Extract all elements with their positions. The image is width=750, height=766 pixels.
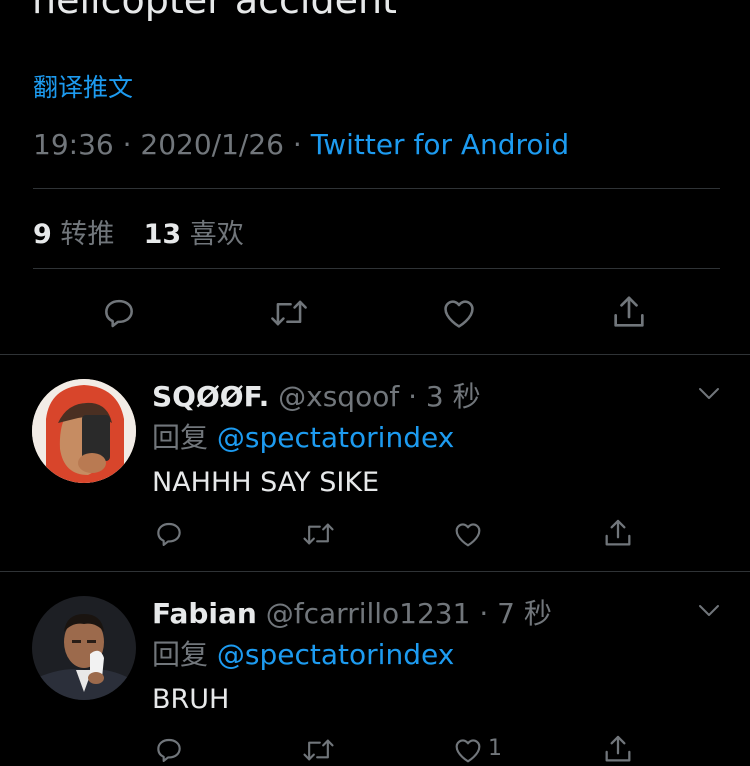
reply-text: BRUH [152,684,230,715]
meta-separator: · [122,128,141,161]
replying-to: 回复 @spectatorindex [152,416,454,456]
tweet-stats: 9 转推 13 喜欢 [33,212,244,251]
retweet-icon[interactable] [268,294,310,332]
like-icon[interactable] [440,294,478,332]
share-icon[interactable] [601,516,635,550]
share-icon[interactable] [609,292,649,332]
likes-label: 喜欢 [189,219,244,250]
translate-tweet-link[interactable]: 翻译推文 [33,68,133,104]
likes-count: 13 [143,219,182,250]
divider [33,268,720,269]
tweet-meta: 19:36 · 2020/1/26 · Twitter for Android [33,128,569,161]
reply-icon[interactable] [100,294,138,332]
mention-link[interactable]: @spectatorindex [217,638,454,671]
separator-dot: · [408,380,418,413]
reply-icon[interactable] [153,734,185,766]
like-count: 1 [488,736,502,761]
separator-dot: · [479,597,489,630]
divider [33,188,720,189]
avatar[interactable] [32,379,136,483]
reply-header: SQØØF. @xsqoof · 3 秒 [152,375,481,415]
display-name[interactable]: SQØØF. [152,380,269,413]
display-name[interactable]: Fabian [152,597,257,630]
tweet-source-link[interactable]: Twitter for Android [311,128,569,161]
tweet-time: 19:36 [33,128,114,161]
likes-stat[interactable]: 13 喜欢 [144,219,244,250]
reply-icon[interactable] [153,518,185,550]
reply-tweet[interactable]: Fabian @fcarrillo1231 · 7 秒 回复 @spectato… [0,572,750,763]
mention-link[interactable]: @spectatorindex [217,421,454,454]
reply-timestamp: 3 秒 [425,380,481,413]
like-icon[interactable] [452,518,484,550]
reply-tweet[interactable]: SQØØF. @xsqoof · 3 秒 回复 @spectatorindex … [0,355,750,571]
chevron-down-icon[interactable] [696,383,722,403]
tweet-text: helicopter accident [32,0,397,22]
user-handle[interactable]: @xsqoof [278,380,399,413]
retweet-icon[interactable] [301,518,336,550]
replying-to: 回复 @spectatorindex [152,633,454,673]
retweets-label: 转推 [60,219,115,250]
reply-text: NAHHH SAY SIKE [152,467,380,498]
reply-prefix: 回复 [152,421,209,454]
avatar[interactable] [32,596,136,700]
tweet-date: 2020/1/26 [140,128,284,161]
user-handle[interactable]: @fcarrillo1231 [266,597,471,630]
retweets-count: 9 [33,219,52,250]
reply-timestamp: 7 秒 [497,597,552,630]
chevron-down-icon[interactable] [696,600,722,620]
reply-header: Fabian @fcarrillo1231 · 7 秒 [152,592,552,632]
meta-separator: · [292,128,311,161]
reply-prefix: 回复 [152,638,209,671]
retweets-stat[interactable]: 9 转推 [33,219,114,250]
retweet-icon[interactable] [301,734,336,766]
share-icon[interactable] [601,732,635,766]
like-icon[interactable] [452,734,484,766]
